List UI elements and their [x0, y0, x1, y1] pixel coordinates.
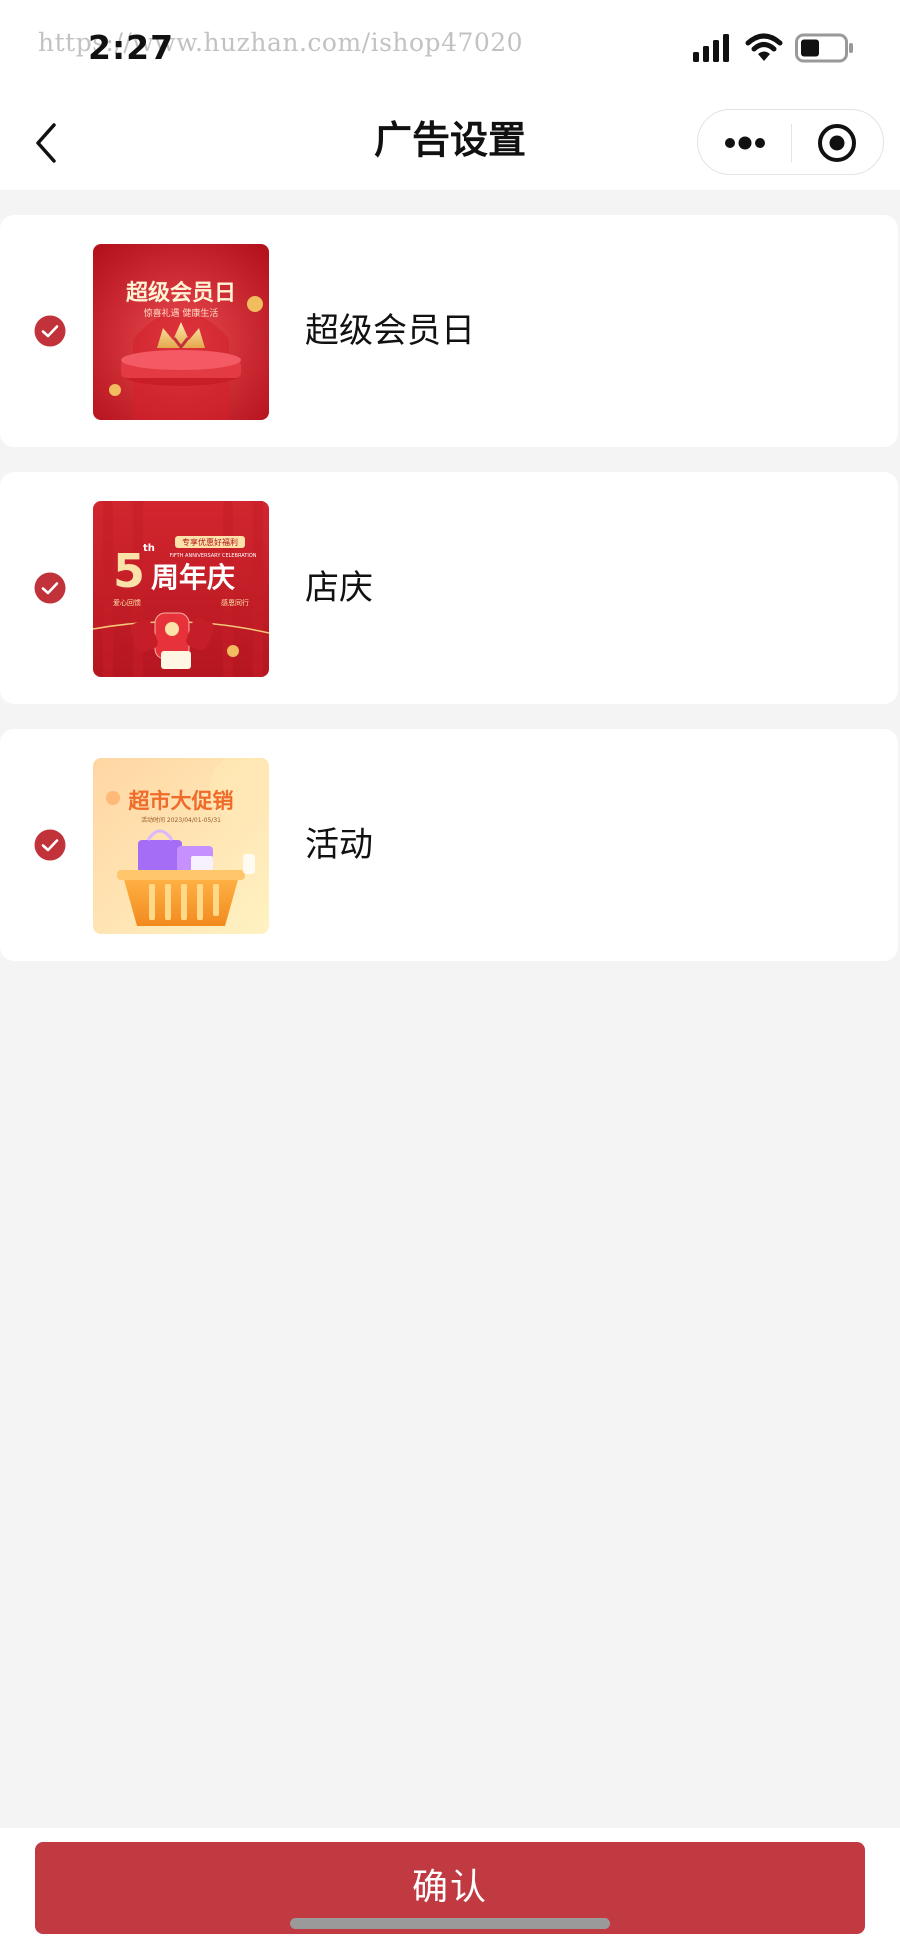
- anniversary-thumbnail: 专享优惠好福利 FIFTH ANNIVERSARY CELEBRATION 5 …: [93, 501, 269, 677]
- check-icon[interactable]: [34, 829, 66, 861]
- thumb-big-number: 5: [113, 544, 145, 598]
- nav-bar: 广告设置: [0, 95, 900, 190]
- list-item[interactable]: 超市大促销 活动时间 2023/04/01-05/31 活动: [0, 729, 898, 961]
- wifi-icon: [745, 33, 783, 61]
- more-icon[interactable]: [720, 126, 770, 160]
- promotion-thumbnail: 超市大促销 活动时间 2023/04/01-05/31: [93, 758, 269, 934]
- list-item[interactable]: 超级会员日 惊喜礼遇 健康生活 超级会员日: [0, 215, 898, 447]
- close-icon[interactable]: [816, 122, 858, 164]
- thumb-subtitle: 惊喜礼遇 健康生活: [144, 307, 219, 319]
- bottom-bar: 确认: [0, 1828, 900, 1948]
- thumb-right: 感恩同行: [221, 598, 249, 607]
- item-label: 店庆: [305, 568, 373, 608]
- item-label: 活动: [305, 825, 373, 865]
- thumb-title: 周年庆: [151, 561, 235, 594]
- status-time: 2:27: [88, 28, 175, 67]
- list-item[interactable]: 专享优惠好福利 FIFTH ANNIVERSARY CELEBRATION 5 …: [0, 472, 898, 704]
- thumb-subtitle: 活动时间 2023/04/01-05/31: [141, 816, 221, 824]
- capsule-menu: [697, 109, 884, 175]
- thumb-sup: th: [143, 543, 155, 554]
- check-icon[interactable]: [34, 572, 66, 604]
- item-label: 超级会员日: [305, 311, 475, 351]
- member-day-thumbnail: 超级会员日 惊喜礼遇 健康生活: [93, 244, 269, 420]
- home-indicator: [290, 1918, 610, 1929]
- thumb-en: FIFTH ANNIVERSARY CELEBRATION: [170, 553, 257, 559]
- ad-list: 超级会员日 惊喜礼遇 健康生活 超级会员日 专享优惠好福利 FIFTH ANNI…: [0, 215, 900, 986]
- thumb-left: 爱心回馈: [113, 598, 141, 607]
- check-icon[interactable]: [34, 315, 66, 347]
- thumb-tag: 专享优惠好福利: [182, 537, 238, 547]
- status-bar: https://www.huzhan.com/ishop47020 2:27: [0, 0, 900, 95]
- battery-icon: [795, 33, 853, 63]
- thumb-title: 超市大促销: [129, 789, 234, 813]
- signal-icon: [693, 34, 729, 62]
- capsule-divider: [791, 124, 792, 162]
- thumb-title: 超级会员日: [126, 280, 236, 306]
